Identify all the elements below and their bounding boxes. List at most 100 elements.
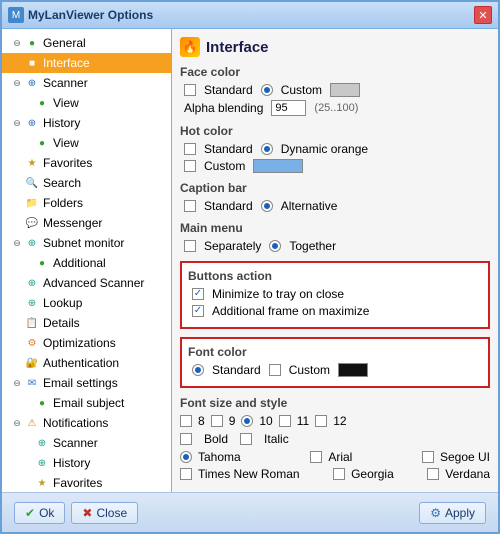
verdana-checkbox[interactable] bbox=[427, 468, 439, 480]
sidebar-item-notif-scanner[interactable]: ⊕ Scanner bbox=[2, 433, 171, 453]
hot-color-swatch[interactable] bbox=[253, 159, 303, 173]
segoe-label: Segoe UI bbox=[440, 450, 490, 464]
hot-standard-label: Standard bbox=[204, 142, 253, 156]
view-history-label: View bbox=[53, 136, 79, 150]
caption-standard-checkbox[interactable] bbox=[184, 200, 196, 212]
sidebar-item-email-settings[interactable]: ⊖ ✉ Email settings bbox=[2, 373, 171, 393]
caption-alt-radio[interactable] bbox=[261, 200, 273, 212]
italic-checkbox[interactable] bbox=[240, 433, 252, 445]
sidebar-item-history[interactable]: ⊖ ⊕ History bbox=[2, 113, 171, 133]
georgia-checkbox[interactable] bbox=[333, 468, 345, 480]
settings-panel: 🔥 Interface Face color Standard Custom A… bbox=[172, 29, 498, 492]
hot-standard-checkbox[interactable] bbox=[184, 143, 196, 155]
sidebar-item-favorites[interactable]: ★ Favorites bbox=[2, 153, 171, 173]
close-button[interactable]: ✖ Close bbox=[71, 502, 138, 524]
folders-label: Folders bbox=[43, 196, 83, 210]
font-color-swatch[interactable] bbox=[338, 363, 368, 377]
notif-favorites-icon: ★ bbox=[34, 475, 50, 491]
font-color-section: Font color Standard Custom bbox=[180, 337, 490, 388]
close-label: Close bbox=[96, 506, 127, 520]
minimize-label: Minimize to tray on close bbox=[212, 287, 344, 301]
sidebar-item-optimizations[interactable]: ⚙ Optimizations bbox=[2, 333, 171, 353]
sidebar-item-folders[interactable]: 📁 Folders bbox=[2, 193, 171, 213]
sidebar-item-scanner[interactable]: ⊖ ⊕ Scanner bbox=[2, 73, 171, 93]
hot-color-row2: Custom bbox=[180, 159, 490, 173]
caption-bar-header: Caption bar bbox=[180, 181, 490, 195]
ok-icon: ✔ bbox=[25, 506, 35, 520]
additional-frame-checkbox[interactable] bbox=[192, 305, 204, 317]
optimizations-label: Optimizations bbox=[43, 336, 116, 350]
menu-separately-checkbox[interactable] bbox=[184, 240, 196, 252]
advanced-scanner-icon: ⊕ bbox=[24, 275, 40, 291]
interface-icon: ■ bbox=[24, 55, 40, 71]
georgia-label: Georgia bbox=[351, 467, 394, 481]
sidebar-item-view-scanner[interactable]: ● View bbox=[2, 93, 171, 113]
buttons-action-section: Buttons action Minimize to tray on close… bbox=[180, 261, 490, 329]
favorites-label: Favorites bbox=[43, 156, 92, 170]
minimize-checkbox[interactable] bbox=[192, 288, 204, 300]
sidebar-item-email-subject[interactable]: ● Email subject bbox=[2, 393, 171, 413]
subnet-label: Subnet monitor bbox=[43, 236, 124, 250]
ok-button[interactable]: ✔ Ok bbox=[14, 502, 65, 524]
segoe-checkbox[interactable] bbox=[422, 451, 434, 463]
sidebar-item-messenger[interactable]: 💬 Messenger bbox=[2, 213, 171, 233]
tahoma-radio[interactable] bbox=[180, 451, 192, 463]
email-label: Email settings bbox=[43, 376, 118, 390]
apply-button[interactable]: ⚙ Apply bbox=[419, 502, 486, 524]
arial-label: Arial bbox=[328, 450, 352, 464]
sidebar-item-search[interactable]: 🔍 Search bbox=[2, 173, 171, 193]
options-window: M MyLanViewer Options ✕ ⊖ ● General ■ In… bbox=[0, 0, 500, 534]
size-10-radio[interactable] bbox=[241, 415, 253, 427]
size-8-label: 8 bbox=[198, 414, 205, 428]
font-face-row1: Tahoma Arial Segoe UI bbox=[180, 450, 490, 464]
face-standard-label: Standard bbox=[204, 83, 253, 97]
size-9-checkbox[interactable] bbox=[211, 415, 223, 427]
sidebar-item-subnet-monitor[interactable]: ⊖ ⊕ Subnet monitor bbox=[2, 233, 171, 253]
menu-together-radio[interactable] bbox=[269, 240, 281, 252]
face-standard-checkbox[interactable] bbox=[184, 84, 196, 96]
alpha-blend-input[interactable] bbox=[271, 100, 306, 116]
close-icon: ✖ bbox=[82, 506, 92, 520]
arial-checkbox[interactable] bbox=[310, 451, 322, 463]
buttons-minimize-row: Minimize to tray on close bbox=[188, 287, 482, 301]
font-color-header: Font color bbox=[188, 345, 482, 359]
size-11-checkbox[interactable] bbox=[279, 415, 291, 427]
sidebar-item-notifications[interactable]: ⊖ ⚠ Notifications bbox=[2, 413, 171, 433]
hot-custom-checkbox[interactable] bbox=[184, 160, 196, 172]
hot-color-header: Hot color bbox=[180, 124, 490, 138]
face-custom-radio[interactable] bbox=[261, 84, 273, 96]
face-color-swatch[interactable] bbox=[330, 83, 360, 97]
font-custom-checkbox[interactable] bbox=[269, 364, 281, 376]
sidebar-item-interface[interactable]: ■ Interface bbox=[2, 53, 171, 73]
titlebar: M MyLanViewer Options ✕ bbox=[2, 2, 498, 29]
times-checkbox[interactable] bbox=[180, 468, 192, 480]
sidebar-item-authentication[interactable]: 🔐 Authentication bbox=[2, 353, 171, 373]
sidebar-item-general[interactable]: ⊖ ● General bbox=[2, 33, 171, 53]
size-8-checkbox[interactable] bbox=[180, 415, 192, 427]
general-icon: ● bbox=[24, 35, 40, 51]
sidebar-item-notif-favorites[interactable]: ★ Favorites bbox=[2, 473, 171, 492]
caption-standard-label: Standard bbox=[204, 199, 253, 213]
sidebar-item-advanced-scanner[interactable]: ⊕ Advanced Scanner bbox=[2, 273, 171, 293]
font-standard-radio[interactable] bbox=[192, 364, 204, 376]
scanner-label: Scanner bbox=[43, 76, 88, 90]
hot-dynamic-radio[interactable] bbox=[261, 143, 273, 155]
window-close-button[interactable]: ✕ bbox=[474, 6, 492, 24]
details-icon: 📋 bbox=[24, 315, 40, 331]
bold-checkbox[interactable] bbox=[180, 433, 192, 445]
font-size-header: Font size and style bbox=[180, 396, 490, 410]
expand-icon: ⊖ bbox=[10, 238, 24, 249]
sidebar-item-notif-history[interactable]: ⊕ History bbox=[2, 453, 171, 473]
expand-icon: ⊖ bbox=[10, 418, 24, 429]
bottom-bar: ✔ Ok ✖ Close ⚙ Apply bbox=[2, 492, 498, 532]
sidebar-item-view-history[interactable]: ● View bbox=[2, 133, 171, 153]
app-icon: M bbox=[8, 7, 24, 23]
sidebar-item-details[interactable]: 📋 Details bbox=[2, 313, 171, 333]
sidebar-item-additional[interactable]: ● Additional bbox=[2, 253, 171, 273]
size-12-checkbox[interactable] bbox=[315, 415, 327, 427]
sidebar-item-lookup[interactable]: ⊕ Lookup bbox=[2, 293, 171, 313]
view-history-icon: ● bbox=[34, 135, 50, 151]
view-scanner-label: View bbox=[53, 96, 79, 110]
lookup-icon: ⊕ bbox=[24, 295, 40, 311]
hot-custom-label: Custom bbox=[204, 159, 245, 173]
